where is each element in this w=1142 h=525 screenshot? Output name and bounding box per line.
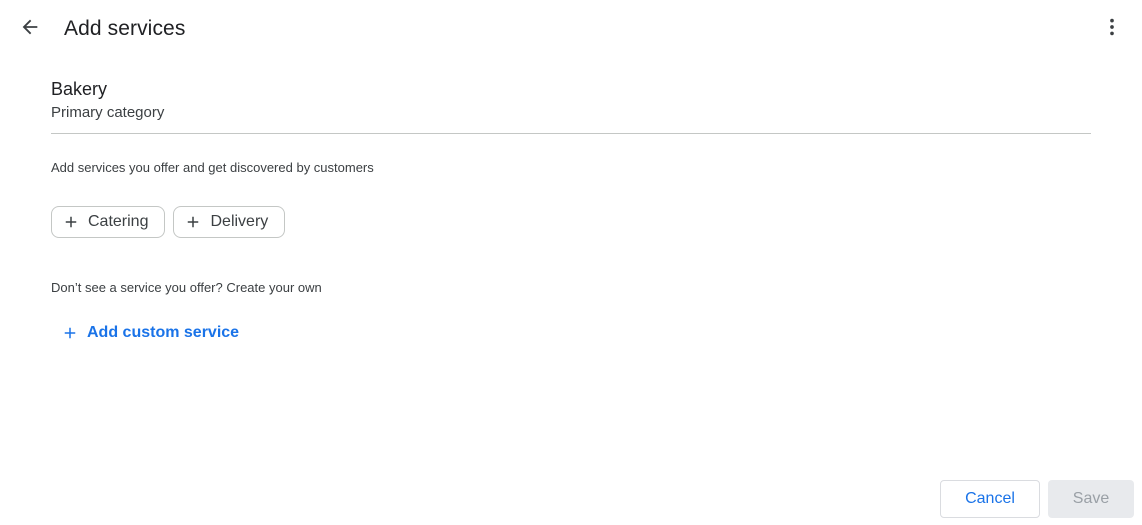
suggestions-description: Add services you offer and get discovere… xyxy=(51,160,374,175)
arrow-left-icon xyxy=(19,16,41,43)
service-chips: Catering Delivery xyxy=(51,206,286,238)
add-custom-service-button[interactable]: Add custom service xyxy=(51,316,249,350)
back-button[interactable] xyxy=(10,9,50,49)
plus-icon xyxy=(62,213,80,231)
top-app-bar: Add services xyxy=(0,0,1142,58)
primary-category: Bakery Primary category xyxy=(51,77,1091,134)
add-custom-service-label: Add custom service xyxy=(87,324,240,341)
more-vert-icon xyxy=(1101,16,1123,43)
custom-service-description: Don’t see a service you offer? Create yo… xyxy=(51,280,322,295)
category-label: Primary category xyxy=(51,104,165,121)
chip-delivery[interactable]: Delivery xyxy=(173,206,286,238)
cancel-button[interactable]: Cancel xyxy=(940,480,1040,518)
plus-icon xyxy=(61,324,79,342)
save-button[interactable]: Save xyxy=(1048,480,1134,518)
more-options-button[interactable] xyxy=(1092,9,1132,49)
category-name: Bakery xyxy=(51,79,108,99)
chip-catering[interactable]: Catering xyxy=(51,206,166,238)
chip-label: Delivery xyxy=(210,213,269,230)
plus-icon xyxy=(184,213,202,231)
page-title: Add services xyxy=(64,17,186,40)
chip-label: Catering xyxy=(88,213,149,230)
